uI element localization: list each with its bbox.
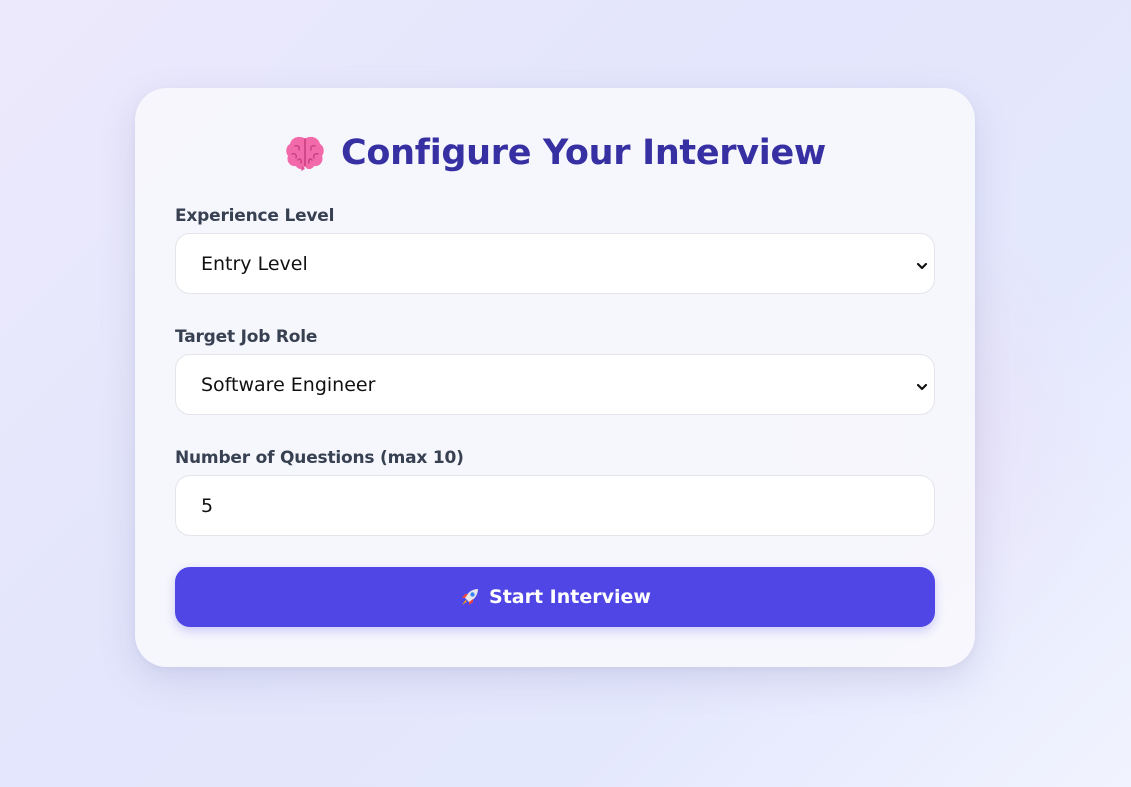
target-job-role-select[interactable]: Software Engineer	[175, 354, 935, 415]
chevron-down-icon	[915, 377, 929, 391]
brain-icon	[284, 133, 326, 173]
number-of-questions-input[interactable]: 5	[175, 475, 935, 536]
number-of-questions-value: 5	[201, 494, 214, 517]
title-text: Configure Your Interview	[341, 133, 826, 173]
target-job-role-value: Software Engineer	[201, 373, 376, 396]
experience-level-value: Entry Level	[201, 252, 308, 275]
target-job-role-label: Target Job Role	[175, 327, 318, 347]
rocket-icon	[459, 586, 481, 608]
start-interview-label: Start Interview	[489, 586, 651, 608]
number-of-questions-label: Number of Questions (max 10)	[175, 448, 464, 468]
page-title: Configure Your Interview	[135, 130, 975, 176]
experience-level-select[interactable]: Entry Level	[175, 233, 935, 294]
experience-level-label: Experience Level	[175, 206, 335, 226]
chevron-down-icon	[915, 256, 929, 270]
start-interview-button[interactable]: Start Interview	[175, 567, 935, 627]
interview-config-card: Configure Your Interview Experience Leve…	[135, 88, 975, 667]
